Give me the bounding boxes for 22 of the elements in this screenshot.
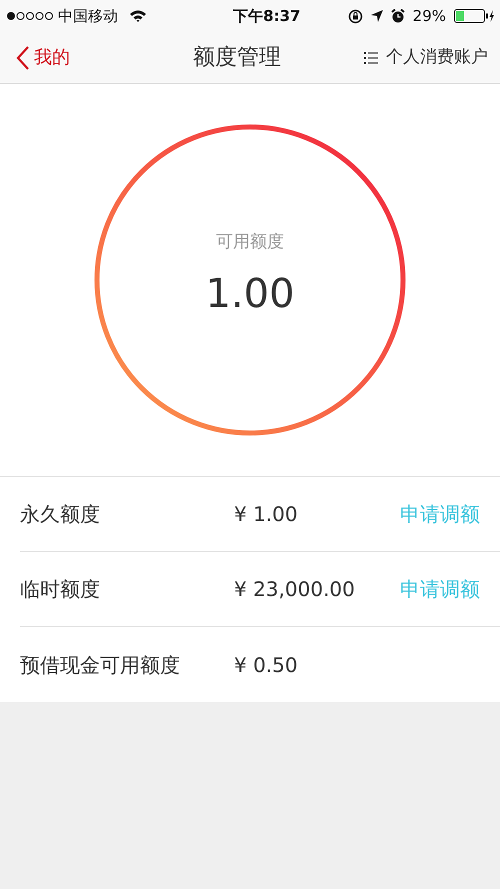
battery-percent: 29% [412, 6, 446, 27]
limit-amount: ¥ 1.00 [234, 501, 299, 528]
status-time: 下午8:37 [233, 6, 300, 27]
back-icon [16, 44, 30, 70]
limit-label: 临时额度 [20, 576, 101, 603]
wifi-icon [130, 10, 146, 22]
rotation-lock-icon [348, 8, 363, 24]
signal-icon [6, 11, 54, 21]
location-icon [370, 10, 383, 22]
alarm-icon [390, 9, 405, 23]
list-icon [364, 52, 378, 64]
battery-icon [454, 9, 494, 23]
carrier-name: 中国移动 [58, 6, 118, 27]
limit-amount: ¥ 23,000.00 [234, 576, 356, 603]
account-menu-button[interactable]: 个人消费账户 [364, 44, 488, 70]
available-label: 可用额度 [216, 231, 284, 254]
available-amount: 1.00 [205, 272, 295, 316]
limit-label: 永久额度 [20, 501, 101, 528]
back-button[interactable]: 我的 [16, 44, 70, 71]
page-title: 额度管理 [193, 44, 281, 72]
limit-amount: ¥ 0.50 [234, 652, 299, 678]
limit-label: 预借现金可用额度 [20, 652, 181, 678]
